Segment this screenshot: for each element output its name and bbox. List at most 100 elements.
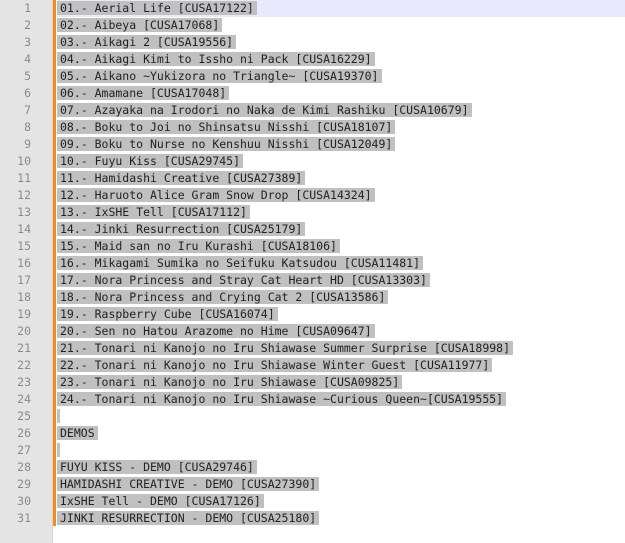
- line-text: 01.- Aerial Life [CUSA17122]: [57, 0, 257, 17]
- editor-line[interactable]: 10 10.- Fuyu Kiss [CUSA29745]: [0, 153, 625, 170]
- line-number: 11: [17, 171, 31, 185]
- selected-text: 04.- Aikagi Kimi to Issho ni Pack [CUSA1…: [57, 52, 375, 66]
- selected-text: 19.- Raspberry Cube [CUSA16074]: [57, 307, 278, 321]
- editor-line[interactable]: 3 03.- Aikagi 2 [CUSA19556]: [0, 34, 625, 51]
- editor-line[interactable]: 14 14.- Jinki Resurrection [CUSA25179]: [0, 221, 625, 238]
- line-text: 07.- Azayaka na Irodori no Naka de Kimi …: [57, 102, 472, 119]
- line-number: 13: [17, 205, 31, 219]
- editor-line[interactable]: 20 20.- Sen no Hatou Arazome no Hime [CUS…: [0, 323, 625, 340]
- editor-line[interactable]: 26 DEMOS: [0, 425, 625, 442]
- line-number: 18: [17, 290, 31, 304]
- editor-line[interactable]: 5 05.- Aikano ~Yukizora no Triangle~ [CUS…: [0, 68, 625, 85]
- selected-text: 22.- Tonari ni Kanojo no Iru Shiawase Wi…: [57, 358, 493, 372]
- line-text: FUYU KISS - DEMO [CUSA29746]: [57, 459, 257, 476]
- editor-line[interactable]: 12 12.- Haruoto Alice Gram Snow Drop [CUS…: [0, 187, 625, 204]
- selected-text: 20.- Sen no Hatou Arazome no Hime [CUSA0…: [57, 324, 375, 338]
- line-text: 20.- Sen no Hatou Arazome no Hime [CUSA0…: [57, 323, 375, 340]
- editor-line[interactable]: 16 16.- Mikagami Sumika no Seifuku Katsud…: [0, 255, 625, 272]
- line-text: 15.- Maid san no Iru Kurashi [CUSA18106]: [57, 238, 340, 255]
- line-number: 14: [17, 222, 31, 236]
- selected-text: 14.- Jinki Resurrection [CUSA25179]: [57, 222, 306, 236]
- line-number: 9: [24, 137, 31, 151]
- line-text: HAMIDASHI CREATIVE - DEMO [CUSA27390]: [57, 476, 320, 493]
- editor-line[interactable]: 7 07.- Azayaka na Irodori no Naka de Kimi…: [0, 102, 625, 119]
- selected-text: HAMIDASHI CREATIVE - DEMO [CUSA27390]: [57, 477, 320, 491]
- selected-text: 08.- Boku to Joi no Shinsatsu Nisshi [CU…: [57, 120, 396, 134]
- editor-line[interactable]: 2 02.- Aibeya [CUSA17068]: [0, 17, 625, 34]
- line-number: 25: [17, 409, 31, 423]
- line-number: 4: [24, 52, 31, 66]
- selected-text: [57, 409, 60, 423]
- editor-empty-area[interactable]: [57, 526, 625, 543]
- editor-line[interactable]: 21 21.- Tonari ni Kanojo no Iru Shiawase …: [0, 340, 625, 357]
- editor-line[interactable]: 8 08.- Boku to Joi no Shinsatsu Nisshi [C…: [0, 119, 625, 136]
- selected-text: 09.- Boku to Nurse no Kenshuu Nisshi [CU…: [57, 137, 396, 151]
- editor-line[interactable]: 15 15.- Maid san no Iru Kurashi [CUSA1810…: [0, 238, 625, 255]
- editor-line[interactable]: 22 22.- Tonari ni Kanojo no Iru Shiawase …: [0, 357, 625, 374]
- editor-line[interactable]: 23 23.- Tonari ni Kanojo no Iru Shiawase …: [0, 374, 625, 391]
- line-text: 18.- Nora Princess and Crying Cat 2 [CUS…: [57, 289, 389, 306]
- editor-line[interactable]: 18 18.- Nora Princess and Crying Cat 2 [C…: [0, 289, 625, 306]
- text-editor[interactable]: 1 01.- Aerial Life [CUSA17122] 2 02.- Aibey…: [0, 0, 625, 543]
- editor-line[interactable]: 25: [0, 408, 625, 425]
- selected-text: 21.- Tonari ni Kanojo no Iru Shiawase Su…: [57, 341, 514, 355]
- line-number: 30: [17, 494, 31, 508]
- line-text: 04.- Aikagi Kimi to Issho ni Pack [CUSA1…: [57, 51, 375, 68]
- line-text: 23.- Tonari ni Kanojo no Iru Shiawase [C…: [57, 374, 403, 391]
- selected-text: 02.- Aibeya [CUSA17068]: [57, 18, 223, 32]
- editor-line[interactable]: 28 FUYU KISS - DEMO [CUSA29746]: [0, 459, 625, 476]
- editor-line[interactable]: 27: [0, 442, 625, 459]
- editor-line[interactable]: 9 09.- Boku to Nurse no Kenshuu Nisshi [C…: [0, 136, 625, 153]
- line-text: 08.- Boku to Joi no Shinsatsu Nisshi [CU…: [57, 119, 396, 136]
- editor-line[interactable]: 30 IxSHE Tell - DEMO [CUSA17126]: [0, 493, 625, 510]
- line-text: 24.- Tonari ni Kanojo no Iru Shiawase ~C…: [57, 391, 507, 408]
- selected-text: FUYU KISS - DEMO [CUSA29746]: [57, 460, 257, 474]
- editor-line[interactable]: 19 19.- Raspberry Cube [CUSA16074]: [0, 306, 625, 323]
- selected-text: 05.- Aikano ~Yukizora no Triangle~ [CUSA…: [57, 69, 382, 83]
- editor-line[interactable]: 24 24.- Tonari ni Kanojo no Iru Shiawase …: [0, 391, 625, 408]
- selected-text: 16.- Mikagami Sumika no Seifuku Katsudou…: [57, 256, 424, 270]
- line-number: 28: [17, 460, 31, 474]
- line-text: IxSHE Tell - DEMO [CUSA17126]: [57, 493, 264, 510]
- line-number: 17: [17, 273, 31, 287]
- line-number: 22: [17, 358, 31, 372]
- selected-text: JINKI RESURRECTION - DEMO [CUSA25180]: [57, 511, 320, 525]
- line-text: 10.- Fuyu Kiss [CUSA29745]: [57, 153, 244, 170]
- selected-text: 06.- Amamane [CUSA17048]: [57, 86, 230, 100]
- line-number: 1: [24, 1, 31, 15]
- line-number: 2: [24, 18, 31, 32]
- line-number: 7: [24, 103, 31, 117]
- editor-text-area[interactable]: 1 01.- Aerial Life [CUSA17122] 2 02.- Aibey…: [0, 0, 625, 527]
- selected-text: 24.- Tonari ni Kanojo no Iru Shiawase ~C…: [57, 392, 507, 406]
- line-number: 8: [24, 120, 31, 134]
- line-number: 21: [17, 341, 31, 355]
- selected-text: IxSHE Tell - DEMO [CUSA17126]: [57, 494, 264, 508]
- line-number: 27: [17, 443, 31, 457]
- line-text: [57, 408, 60, 425]
- line-number: 16: [17, 256, 31, 270]
- editor-line[interactable]: 6 06.- Amamane [CUSA17048]: [0, 85, 625, 102]
- selected-text: DEMOS: [57, 426, 98, 440]
- line-text: 02.- Aibeya [CUSA17068]: [57, 17, 223, 34]
- editor-line[interactable]: 11 11.- Hamidashi Creative [CUSA27389]: [0, 170, 625, 187]
- line-number: 26: [17, 426, 31, 440]
- line-text: DEMOS: [57, 425, 98, 442]
- line-text: 12.- Haruoto Alice Gram Snow Drop [CUSA1…: [57, 187, 375, 204]
- editor-line[interactable]: 31 JINKI RESURRECTION - DEMO [CUSA25180]: [0, 510, 625, 527]
- line-number: 3: [24, 35, 31, 49]
- editor-line[interactable]: 13 13.- IxSHE Tell [CUSA17112]: [0, 204, 625, 221]
- editor-line[interactable]: 4 04.- Aikagi Kimi to Issho ni Pack [CUSA…: [0, 51, 625, 68]
- selected-text: 23.- Tonari ni Kanojo no Iru Shiawase [C…: [57, 375, 403, 389]
- line-number: 29: [17, 477, 31, 491]
- line-text: 13.- IxSHE Tell [CUSA17112]: [57, 204, 250, 221]
- selected-text: 15.- Maid san no Iru Kurashi [CUSA18106]: [57, 239, 340, 253]
- editor-line[interactable]: 17 17.- Nora Princess and Stray Cat Heart…: [0, 272, 625, 289]
- selected-text: 11.- Hamidashi Creative [CUSA27389]: [57, 171, 306, 185]
- selected-text: 03.- Aikagi 2 [CUSA19556]: [57, 35, 237, 49]
- line-number: 5: [24, 69, 31, 83]
- selected-text: 13.- IxSHE Tell [CUSA17112]: [57, 205, 250, 219]
- editor-line[interactable]: 29 HAMIDASHI CREATIVE - DEMO [CUSA27390]: [0, 476, 625, 493]
- editor-line[interactable]: 1 01.- Aerial Life [CUSA17122]: [0, 0, 625, 17]
- selected-text: 10.- Fuyu Kiss [CUSA29745]: [57, 154, 244, 168]
- line-number: 20: [17, 324, 31, 338]
